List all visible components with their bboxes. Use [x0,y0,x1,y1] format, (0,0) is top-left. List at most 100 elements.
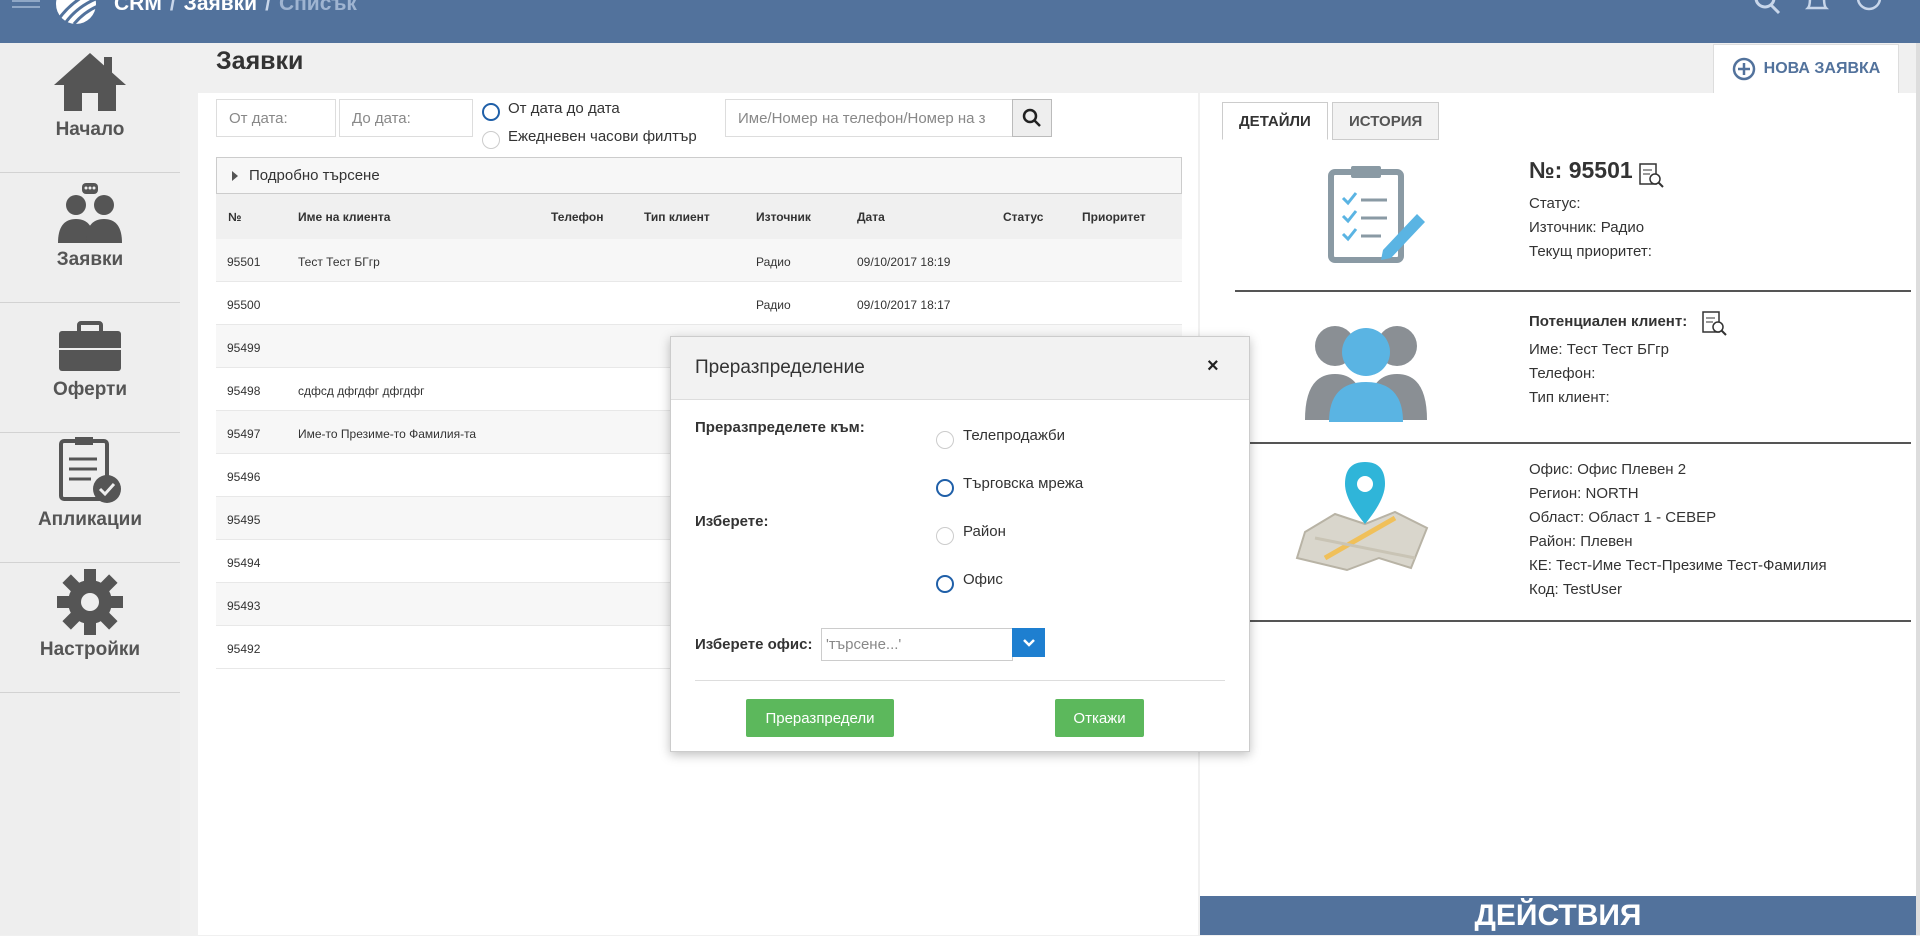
client-name: Име: Тест Тест БГгр [1529,341,1669,358]
col-number[interactable]: № [228,210,241,224]
new-request-button[interactable]: НОВА ЗАЯВКА [1713,44,1899,94]
col-date[interactable]: Дата [857,210,885,224]
table-header: № Име на клиента Телефон Тип клиент Изто… [216,194,1182,239]
breadcrumb-requests[interactable]: Заявки [184,0,257,15]
page-header: Заявки [198,43,1916,93]
view-client-icon[interactable] [1701,310,1727,336]
to-date-input[interactable]: До дата: [339,99,473,137]
sidebar-item-settings[interactable]: Настройки [0,563,180,693]
cell-client-name: Тест Тест БГгр [298,255,380,269]
client-section: Потенциален клиент: Име: Тест Тест БГгр … [1235,292,1911,444]
telesales-radio[interactable] [936,431,954,449]
sidebar-item-label: Начало [55,119,125,140]
sales-network-radio[interactable] [936,479,954,497]
table-row[interactable]: 95501 Тест Тест БГгр Радио 09/10/2017 18:19 [216,239,1182,282]
map-pin-icon [1295,462,1429,572]
close-icon[interactable]: × [1207,355,1219,378]
people-icon [58,183,122,243]
client-type: Тип клиент: [1529,389,1610,406]
rayon-radio[interactable] [936,527,954,545]
hamburger-menu-icon[interactable] [12,0,40,12]
modal-divider [695,680,1225,681]
cell-number: 95494 [227,556,261,570]
table-row[interactable]: 95500 Радио 09/10/2017 18:17 [216,282,1182,325]
choose-office-label: Изберете офис: [695,636,813,653]
search-input[interactable]: Име/Номер на телефон/Номер на з [725,99,1013,137]
breadcrumb: CRM / Заявки / Списък [114,0,357,16]
date-range-radio[interactable] [482,103,500,121]
sidebar-item-applications[interactable]: Апликации [0,433,180,563]
region-text: Регион: NORTH [1529,485,1639,502]
cell-number: 95495 [227,513,261,527]
search-icon[interactable] [1750,0,1784,18]
col-client-type[interactable]: Тип клиент [644,210,710,224]
modal-title: Преразпределение [695,357,865,378]
from-date-input[interactable]: От дата: [216,99,336,137]
cancel-button[interactable]: Откажи [1055,699,1144,737]
view-document-icon[interactable] [1638,162,1664,188]
hourly-filter-label: Ежедневен часови филтър [508,128,697,145]
clipboard-check-icon [59,437,121,503]
sidebar-item-offers[interactable]: Оферти [0,303,180,433]
request-number: №: 95501 [1529,157,1633,183]
cell-number: 95501 [227,255,261,269]
request-priority: Текущ приоритет: [1529,243,1652,260]
office-label: Офис [963,571,1003,588]
client-phone: Телефон: [1529,365,1596,382]
sidebar-item-home[interactable]: Начало [0,43,180,173]
sidebar-item-requests[interactable]: Заявки [0,173,180,303]
choose-label: Изберете: [695,513,769,530]
office-radio[interactable] [936,575,954,593]
cell-source: Радио [756,255,791,269]
sidebar-item-label: Настройки [39,639,141,660]
page-title: Заявки [216,47,304,75]
redistribute-modal: Преразпределение × Преразпределете към: … [670,336,1250,752]
cell-number: 95498 [227,384,261,398]
sidebar-scrollbar[interactable] [182,43,198,935]
tab-history[interactable]: ИСТОРИЯ [1332,102,1440,140]
sidebar: Начало Заявки Оферти Апликации Настройки [0,43,180,935]
cell-source: Радио [756,298,791,312]
breadcrumb-list: Списък [278,0,357,15]
clock-icon[interactable] [1852,0,1886,18]
cell-date: 09/10/2017 18:19 [857,255,951,269]
cell-client-name: Име-то Презиме-то Фамилия-та [298,427,477,441]
breadcrumb-separator: / [169,0,176,15]
tab-details[interactable]: ДЕТАЙЛИ [1222,102,1328,140]
date-range-label: От дата до дата [508,100,620,117]
oblast-text: Област: Област 1 - СЕВЕР [1529,509,1717,526]
redistribute-button[interactable]: Преразпредели [746,699,894,737]
sidebar-item-label: Апликации [37,509,143,530]
col-client-name[interactable]: Име на клиента [298,210,390,224]
search-button[interactable] [1012,99,1052,137]
bell-icon[interactable] [1800,0,1834,18]
hourly-filter-radio[interactable] [482,131,500,149]
advanced-search-toggle[interactable]: Подробно търсене [216,157,1182,194]
sidebar-item-label: Заявки [56,249,124,270]
office-select-input[interactable]: 'търсене...' [821,628,1013,661]
gear-icon [57,569,123,635]
request-source: Източник: Радио [1529,219,1645,236]
ke-text: КЕ: Тест-Име Тест-Презиме Тест-Фамилия [1529,557,1827,574]
location-section: Офис: Офис Плевен 2 Регион: NORTH Област… [1235,444,1911,622]
col-source[interactable]: Източник [756,210,811,224]
telesales-label: Телепродажби [963,427,1066,444]
breadcrumb-separator: / [265,0,271,15]
briefcase-icon [59,321,121,371]
request-status: Статус: [1529,195,1581,212]
client-title: Потенциален клиент: [1529,313,1688,330]
plus-circle-icon [1732,57,1755,81]
sales-network-label: Търговска мрежа [963,475,1084,492]
col-priority[interactable]: Приоритет [1082,210,1146,224]
col-phone[interactable]: Телефон [551,210,603,224]
breadcrumb-crm[interactable]: CRM [114,0,162,15]
actions-bar[interactable]: ДЕЙСТВИЯ [1200,896,1916,935]
logo-icon [56,0,99,24]
col-status[interactable]: Статус [1003,210,1043,224]
cell-number: 95493 [227,599,261,613]
page-scrollbar[interactable] [1916,43,1920,935]
chevron-down-icon[interactable] [1012,628,1045,657]
rayon-text: Район: Плевен [1529,533,1633,550]
top-bar: CRM / Заявки / Списък [0,0,1920,43]
new-request-label: НОВА ЗАЯВКА [1763,60,1881,77]
